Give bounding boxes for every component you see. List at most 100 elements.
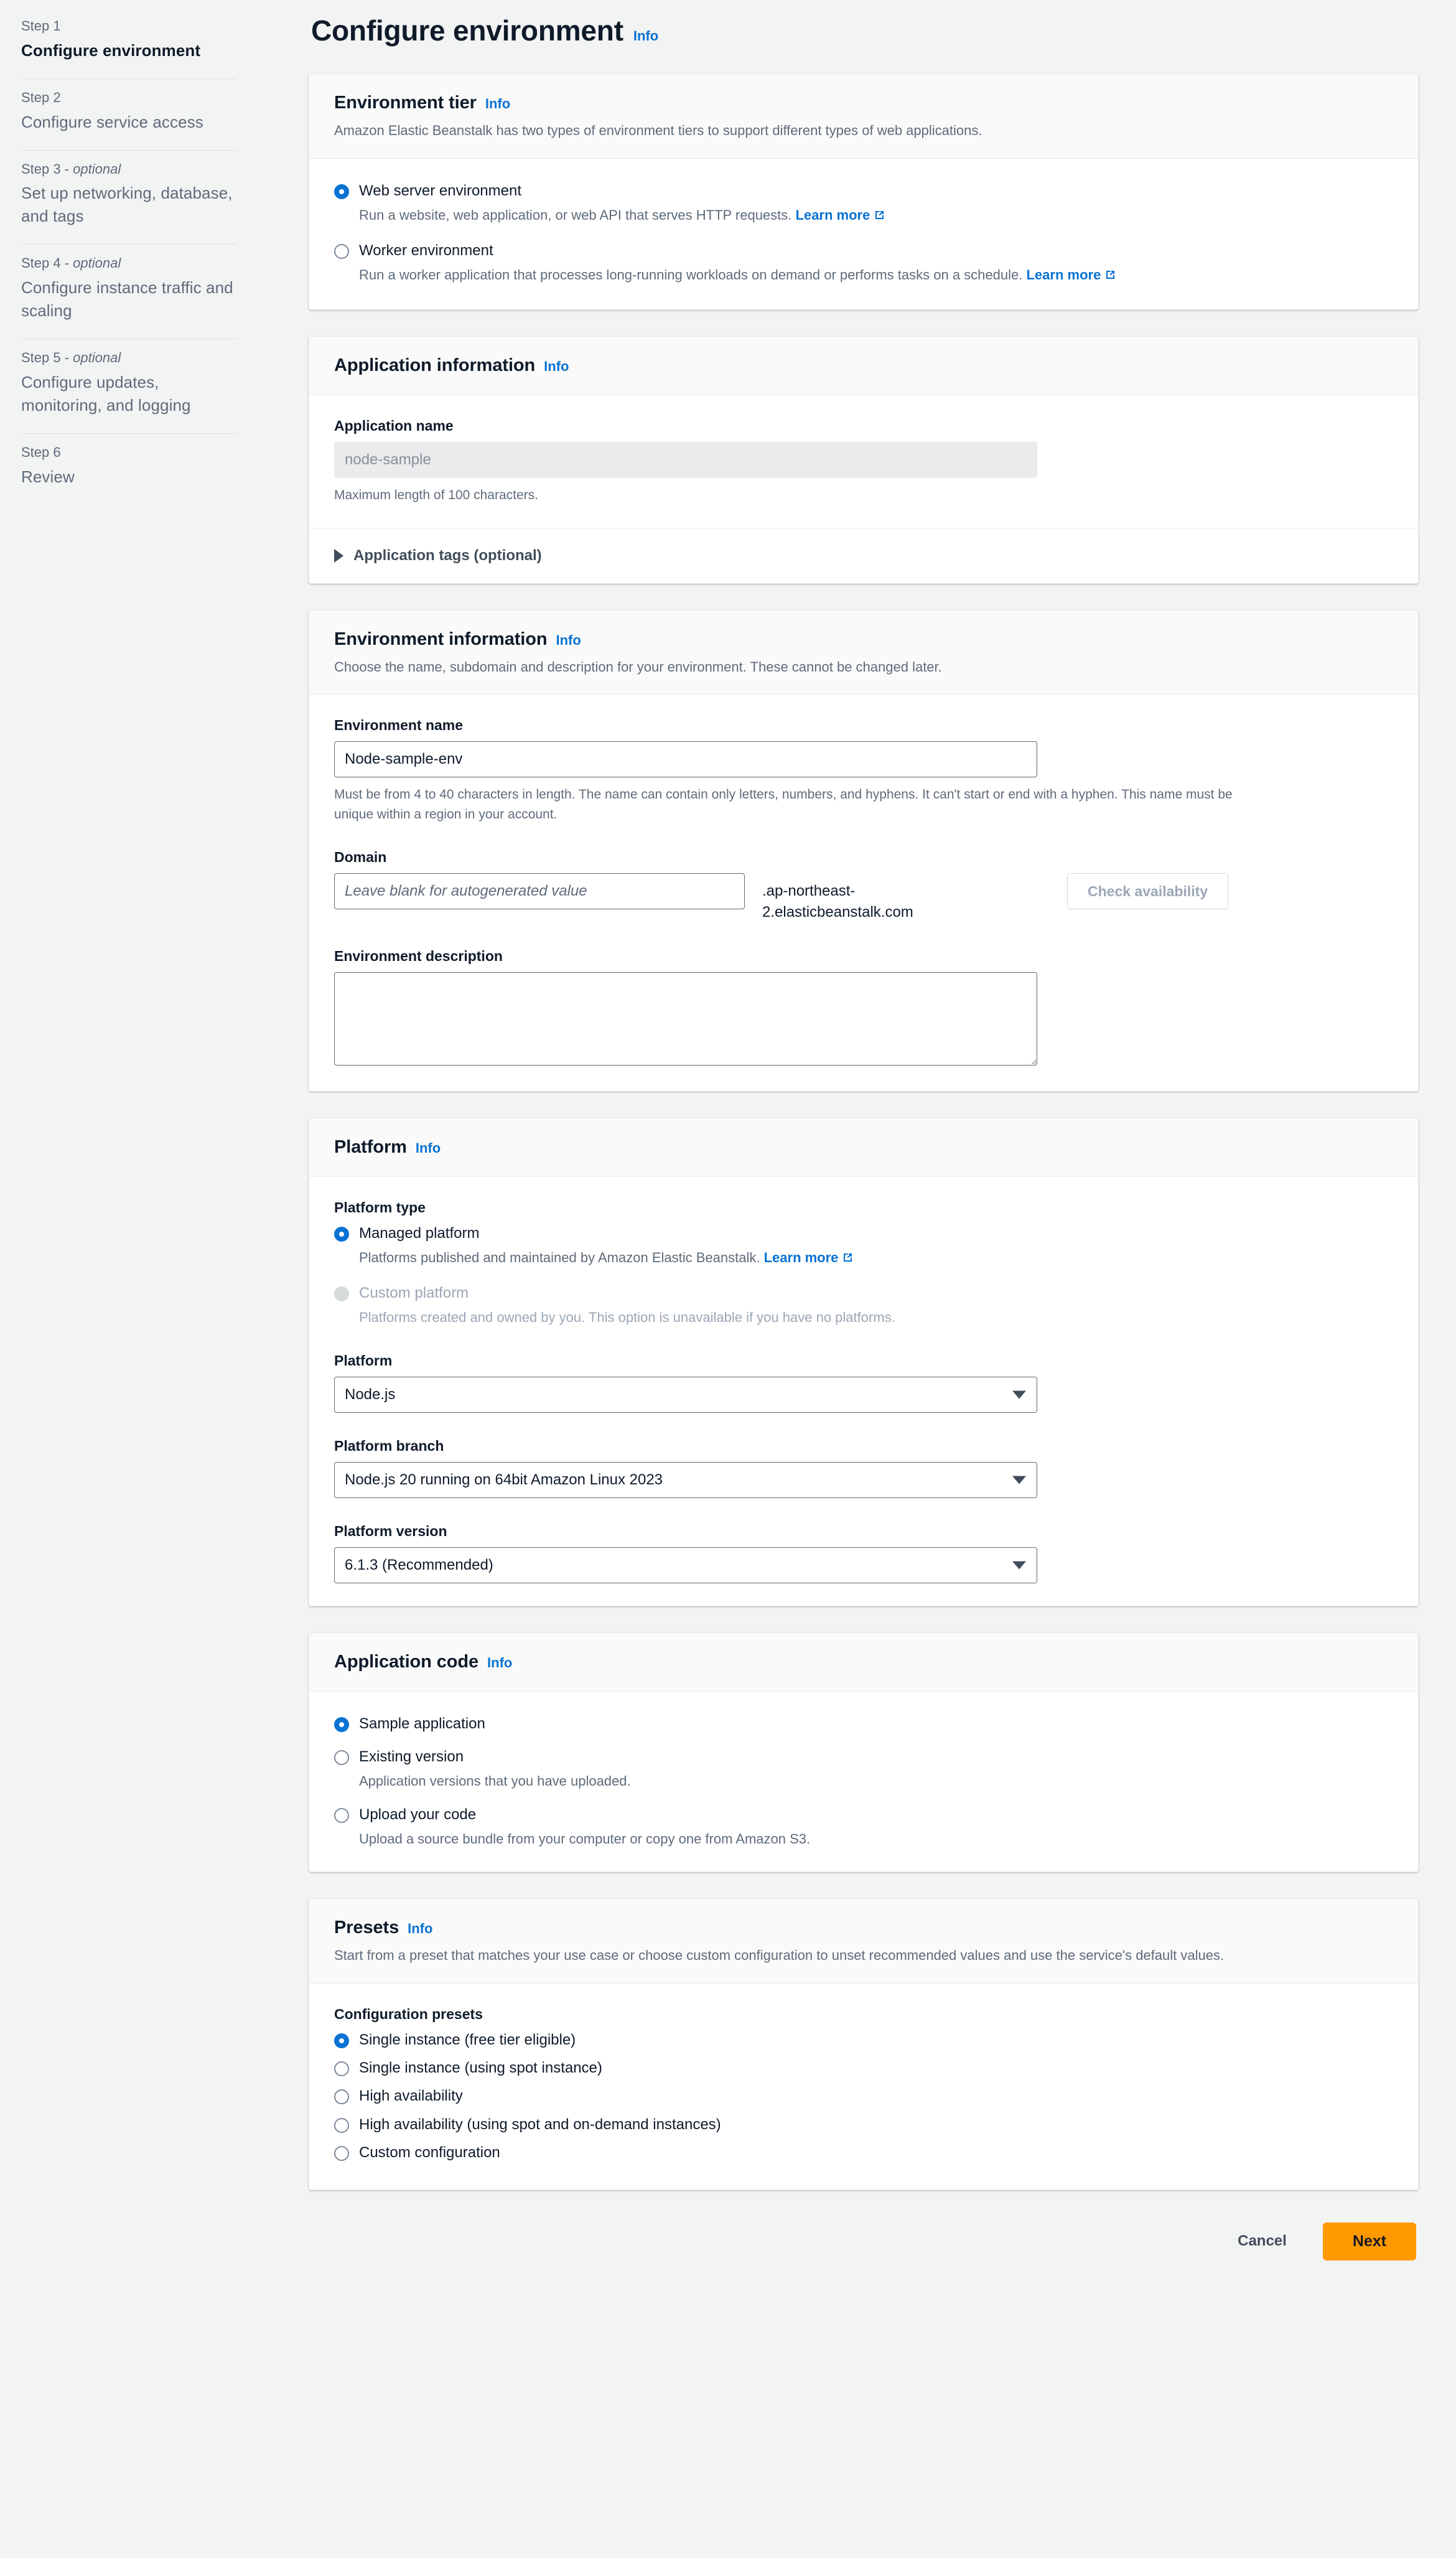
preset-option-high-availability-spot[interactable]: High availability (using spot and on-dem… (334, 2115, 1393, 2134)
platform-branch-field: Platform branch Node.js 20 running on 64… (334, 1438, 1393, 1498)
platform-type-managed-description: Platforms published and maintained by Am… (359, 1248, 1330, 1270)
platform-version-select-wrap[interactable]: 6.1.3 (Recommended) (334, 1547, 1037, 1583)
radio-single-instance-spot[interactable] (334, 2061, 349, 2077)
application-code-header: Application code Info (309, 1633, 1418, 1692)
application-code-option-upload[interactable]: Upload your code Upload a source bundle … (334, 1805, 1393, 1849)
preset-option-single-instance-spot[interactable]: Single instance (using spot instance) (334, 2058, 1393, 2078)
environment-tier-option-web-server[interactable]: Web server environment Run a website, we… (334, 181, 1393, 227)
environment-description-label: Environment description (334, 947, 503, 964)
managed-platform-learn-more-label: Learn more (763, 1249, 839, 1265)
radio-custom-configuration[interactable] (334, 2145, 349, 2161)
cancel-button[interactable]: Cancel (1226, 2224, 1298, 2259)
preset-option-single-instance-free-tier-row[interactable]: Single instance (free tier eligible) (334, 2030, 1393, 2050)
sidebar-step-1[interactable]: Step 1 Configure environment (21, 14, 236, 79)
sidebar-step-1-eyebrow: Step 1 (21, 18, 61, 34)
radio-existing-version[interactable] (334, 1750, 349, 1765)
application-information-header: Application information Info (309, 337, 1418, 396)
platform-info-link[interactable]: Info (416, 1140, 441, 1156)
platform-branch-select[interactable]: Node.js 20 running on 64bit Amazon Linux… (334, 1461, 1037, 1498)
worker-learn-more-link[interactable]: Learn more (1026, 267, 1117, 283)
radio-managed-platform[interactable] (334, 1226, 349, 1242)
environment-tier-option-worker[interactable]: Worker environment Run a worker applicat… (334, 241, 1393, 287)
environment-tier-option-web-server-row[interactable]: Web server environment (334, 181, 1393, 200)
radio-worker-environment[interactable] (334, 243, 349, 259)
sidebar-step-6[interactable]: Step 6 Review (21, 434, 236, 505)
radio-upload-your-code[interactable] (334, 1808, 349, 1824)
environment-tier-title-row: Environment tier Info (334, 93, 1393, 113)
platform-version-select[interactable]: 6.1.3 (Recommended) (334, 1547, 1037, 1583)
application-information-title-row: Application information Info (334, 355, 1393, 376)
application-code-option-existing-row[interactable]: Existing version (334, 1747, 1393, 1766)
preset-option-single-instance-free-tier[interactable]: Single instance (free tier eligible) (334, 2030, 1393, 2050)
check-availability-button[interactable]: Check availability (1067, 873, 1229, 910)
page-title: Configure environment (311, 14, 623, 47)
presets-info-link[interactable]: Info (408, 1921, 432, 1937)
presets-header: Presets Info Start from a preset that ma… (309, 1899, 1418, 1984)
preset-single-instance-spot-label: Single instance (using spot instance) (359, 2059, 602, 2077)
preset-option-high-availability-row[interactable]: High availability (334, 2086, 1393, 2106)
environment-information-info-link[interactable]: Info (556, 632, 581, 649)
sidebar-step-2[interactable]: Step 2 Configure service access (21, 79, 236, 151)
preset-option-custom-configuration-row[interactable]: Custom configuration (334, 2143, 1393, 2162)
application-information-info-link[interactable]: Info (544, 358, 569, 375)
next-button[interactable]: Next (1322, 2222, 1416, 2261)
page-info-link[interactable]: Info (633, 28, 658, 44)
environment-name-input[interactable] (334, 741, 1037, 778)
preset-option-high-availability-spot-row[interactable]: High availability (using spot and on-dem… (334, 2115, 1393, 2134)
platform-branch-select-wrap[interactable]: Node.js 20 running on 64bit Amazon Linux… (334, 1461, 1037, 1498)
environment-name-hint: Must be from 4 to 40 characters in lengt… (334, 787, 1233, 822)
platform-branch-label: Platform branch (334, 1437, 444, 1454)
platform-select-wrap[interactable]: Node.js (334, 1376, 1037, 1413)
platform-type-option-managed[interactable]: Managed platform Platforms published and… (334, 1224, 1393, 1270)
application-code-info-link[interactable]: Info (487, 1655, 512, 1671)
preset-option-single-instance-spot-row[interactable]: Single instance (using spot instance) (334, 2058, 1393, 2078)
platform-version-field: Platform version 6.1.3 (Recommended) (334, 1523, 1393, 1583)
sidebar-step-6-title: Review (21, 467, 75, 486)
platform-body: Platform type Managed platform Platforms… (309, 1177, 1418, 1606)
application-information-title: Application information (334, 355, 536, 376)
environment-tier-info-link[interactable]: Info (485, 96, 510, 112)
application-code-sample-label: Sample application (359, 1715, 485, 1732)
platform-type-managed-label: Managed platform (359, 1224, 480, 1242)
platform-select-label: Platform (334, 1352, 393, 1369)
platform-type-option-managed-row[interactable]: Managed platform (334, 1224, 1393, 1243)
application-code-option-sample[interactable]: Sample application (334, 1714, 1393, 1733)
application-name-input[interactable] (334, 442, 1037, 479)
sidebar-step-5[interactable]: Step 5 - optional Configure updates, mon… (21, 339, 236, 434)
platform-select[interactable]: Node.js (334, 1376, 1037, 1413)
environment-description-textarea[interactable] (334, 972, 1037, 1066)
sidebar-step-5-eyebrow-text: Step 5 - (21, 350, 70, 365)
application-code-option-sample-row[interactable]: Sample application (334, 1714, 1393, 1733)
environment-information-header: Environment information Info Choose the … (309, 610, 1418, 695)
environment-information-card: Environment information Info Choose the … (309, 609, 1419, 1092)
platform-card: Platform Info Platform type Managed plat… (309, 1117, 1419, 1606)
sidebar-step-3[interactable]: Step 3 - optional Set up networking, dat… (21, 151, 236, 245)
preset-option-custom-configuration[interactable]: Custom configuration (334, 2143, 1393, 2162)
domain-input[interactable] (334, 873, 745, 910)
environment-tier-web-server-desc-text: Run a website, web application, or web A… (359, 207, 792, 223)
managed-platform-learn-more-link[interactable]: Learn more (764, 1250, 855, 1265)
main-content: Configure environment Info Environment t… (274, 0, 1456, 2298)
environment-tier-option-worker-row[interactable]: Worker environment (334, 241, 1393, 260)
sidebar-step-4[interactable]: Step 4 - optional Configure instance tra… (21, 245, 236, 339)
radio-web-server-environment[interactable] (334, 184, 349, 199)
environment-tier-option-web-server-label: Web server environment (359, 182, 521, 199)
preset-single-instance-free-tier-label: Single instance (free tier eligible) (359, 2031, 576, 2049)
preset-option-high-availability[interactable]: High availability (334, 2086, 1393, 2106)
application-tags-expandable[interactable]: Application tags (optional) (334, 547, 1393, 565)
page-title-row: Configure environment Info (309, 14, 1419, 47)
radio-high-availability[interactable] (334, 2089, 349, 2105)
web-server-learn-more-link[interactable]: Learn more (796, 207, 887, 223)
application-tags-label: Application tags (optional) (353, 546, 542, 564)
configuration-presets-field: Configuration presets Single instance (f… (334, 2006, 1393, 2162)
preset-high-availability-spot-label: High availability (using spot and on-dem… (359, 2115, 721, 2133)
presets-title: Presets (334, 1918, 399, 1938)
radio-high-availability-spot[interactable] (334, 2117, 349, 2133)
radio-sample-application[interactable] (334, 1717, 349, 1732)
application-name-label: Application name (334, 418, 454, 434)
application-code-option-existing[interactable]: Existing version Application versions th… (334, 1747, 1393, 1791)
radio-single-instance-free-tier[interactable] (334, 2033, 349, 2049)
application-code-option-upload-row[interactable]: Upload your code (334, 1805, 1393, 1824)
sidebar-step-5-eyebrow: Step 5 - optional (21, 348, 236, 368)
environment-tier-option-worker-label: Worker environment (359, 241, 493, 259)
